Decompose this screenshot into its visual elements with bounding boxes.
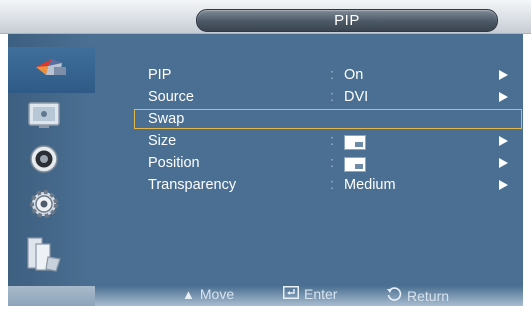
hint-return-label: Return (407, 287, 450, 304)
menu-item-label: Swap (148, 111, 185, 127)
menu-item-label: Source (148, 89, 194, 105)
menu-item-source[interactable]: Source : DVI (147, 87, 517, 109)
hint-enter: Enter (283, 286, 337, 302)
menu-item-pip[interactable]: PIP : On (147, 65, 517, 87)
menu-item-value: Medium (344, 177, 396, 193)
hint-return: Return (386, 286, 449, 305)
menu-item-label: PIP (148, 67, 172, 83)
return-icon (386, 286, 402, 305)
hint-move-label: Move (199, 286, 235, 302)
menu-item-label: Position (148, 155, 200, 171)
menu-item-position[interactable]: Position : (147, 153, 517, 175)
sidebar-item-picture[interactable] (8, 47, 95, 93)
menu-item-label: Transparency (148, 177, 237, 193)
hint-enter-label: Enter (304, 286, 338, 302)
menu-item-label: Size (148, 133, 177, 149)
sidebar-item-sound[interactable] (22, 141, 66, 181)
size-thumbnail-icon (344, 135, 366, 150)
setup-icon (26, 186, 62, 227)
title-pill: PIP (196, 9, 498, 32)
page-title: PIP (334, 12, 360, 29)
sidebar-item-setup[interactable] (22, 186, 66, 226)
menu-item-value: DVI (344, 89, 369, 105)
menu-item-separator: : (330, 155, 335, 171)
position-thumbnail-icon (344, 157, 366, 172)
sidebar-item-multi-control[interactable] (22, 236, 66, 276)
multi-control-icon (24, 235, 64, 278)
arrow-right-icon (499, 180, 508, 190)
picture-icon (32, 53, 72, 88)
menu-item-transparency[interactable]: Transparency : Medium (147, 175, 517, 197)
menu-item-value: On (344, 67, 364, 83)
arrow-right-icon (499, 92, 508, 102)
input-source-icon (26, 99, 62, 136)
menu-item-swap[interactable]: Swap (134, 109, 522, 129)
up-down-arrow-icon: ▲︎ (182, 286, 195, 302)
arrow-right-icon (499, 158, 508, 168)
sound-icon (27, 142, 61, 181)
menu-item-size[interactable]: Size : (147, 131, 517, 153)
menu-item-separator: : (330, 133, 335, 149)
hint-move: ▲︎ Move (182, 286, 234, 302)
menu-item-separator: : (330, 177, 335, 193)
arrow-right-icon (499, 136, 508, 146)
sidebar-item-input[interactable] (22, 97, 66, 137)
menu-item-separator: : (330, 67, 335, 83)
menu-item-separator: : (330, 89, 335, 105)
arrow-right-icon (499, 70, 508, 80)
enter-icon (283, 286, 299, 302)
